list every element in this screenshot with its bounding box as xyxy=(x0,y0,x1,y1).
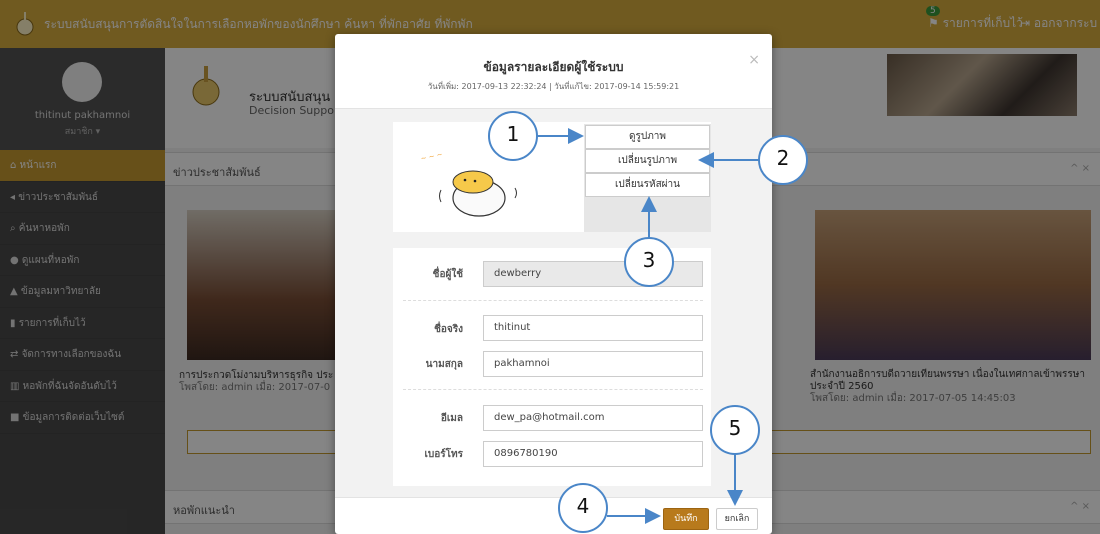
callout-number: 5 xyxy=(728,416,742,440)
email-label: อีเมล xyxy=(440,413,463,424)
modal-dates: วันที่เพิ่ม: 2017-09-13 22:32:24 | วันที… xyxy=(427,82,680,91)
form-divider xyxy=(403,389,703,390)
phone-label: เบอร์โทร xyxy=(424,449,463,460)
modal-title: ข้อมูลรายละเอียดผู้ใช้ระบบ xyxy=(483,60,624,74)
callout-number: 3 xyxy=(642,248,656,272)
change-password-button[interactable]: เปลี่ยนรหัสผ่าน xyxy=(585,173,710,197)
callout-number: 2 xyxy=(776,146,790,170)
form-divider xyxy=(403,300,703,301)
callout-number: 4 xyxy=(576,494,590,518)
profile-picture: ~ ~ ~ xyxy=(420,150,517,217)
cancel-button[interactable]: ยกเลิก xyxy=(716,508,758,530)
svg-text:~ ~ ~: ~ ~ ~ xyxy=(420,150,443,162)
username-label: ชื่อผู้ใช้ xyxy=(432,269,463,280)
email-field[interactable]: dew_pa@hotmail.com xyxy=(483,405,703,431)
view-picture-button[interactable]: ดูรูปภาพ xyxy=(585,125,710,149)
last-name-field[interactable]: pakhamnoi xyxy=(483,351,703,377)
first-name-label: ชื่อจริง xyxy=(434,324,463,335)
change-picture-button[interactable]: เปลี่ยนรูปภาพ xyxy=(585,149,710,173)
callout-number: 1 xyxy=(506,122,520,146)
user-detail-modal: × ข้อมูลรายละเอียดผู้ใช้ระบบ วันที่เพิ่ม… xyxy=(335,34,772,534)
username-field[interactable]: dewberry xyxy=(483,261,703,287)
last-name-label: นามสกุล xyxy=(425,359,463,370)
phone-field[interactable]: 0896780190 xyxy=(483,441,703,467)
first-name-field[interactable]: thitinut xyxy=(483,315,703,341)
save-button[interactable]: บันทึก xyxy=(663,508,709,530)
